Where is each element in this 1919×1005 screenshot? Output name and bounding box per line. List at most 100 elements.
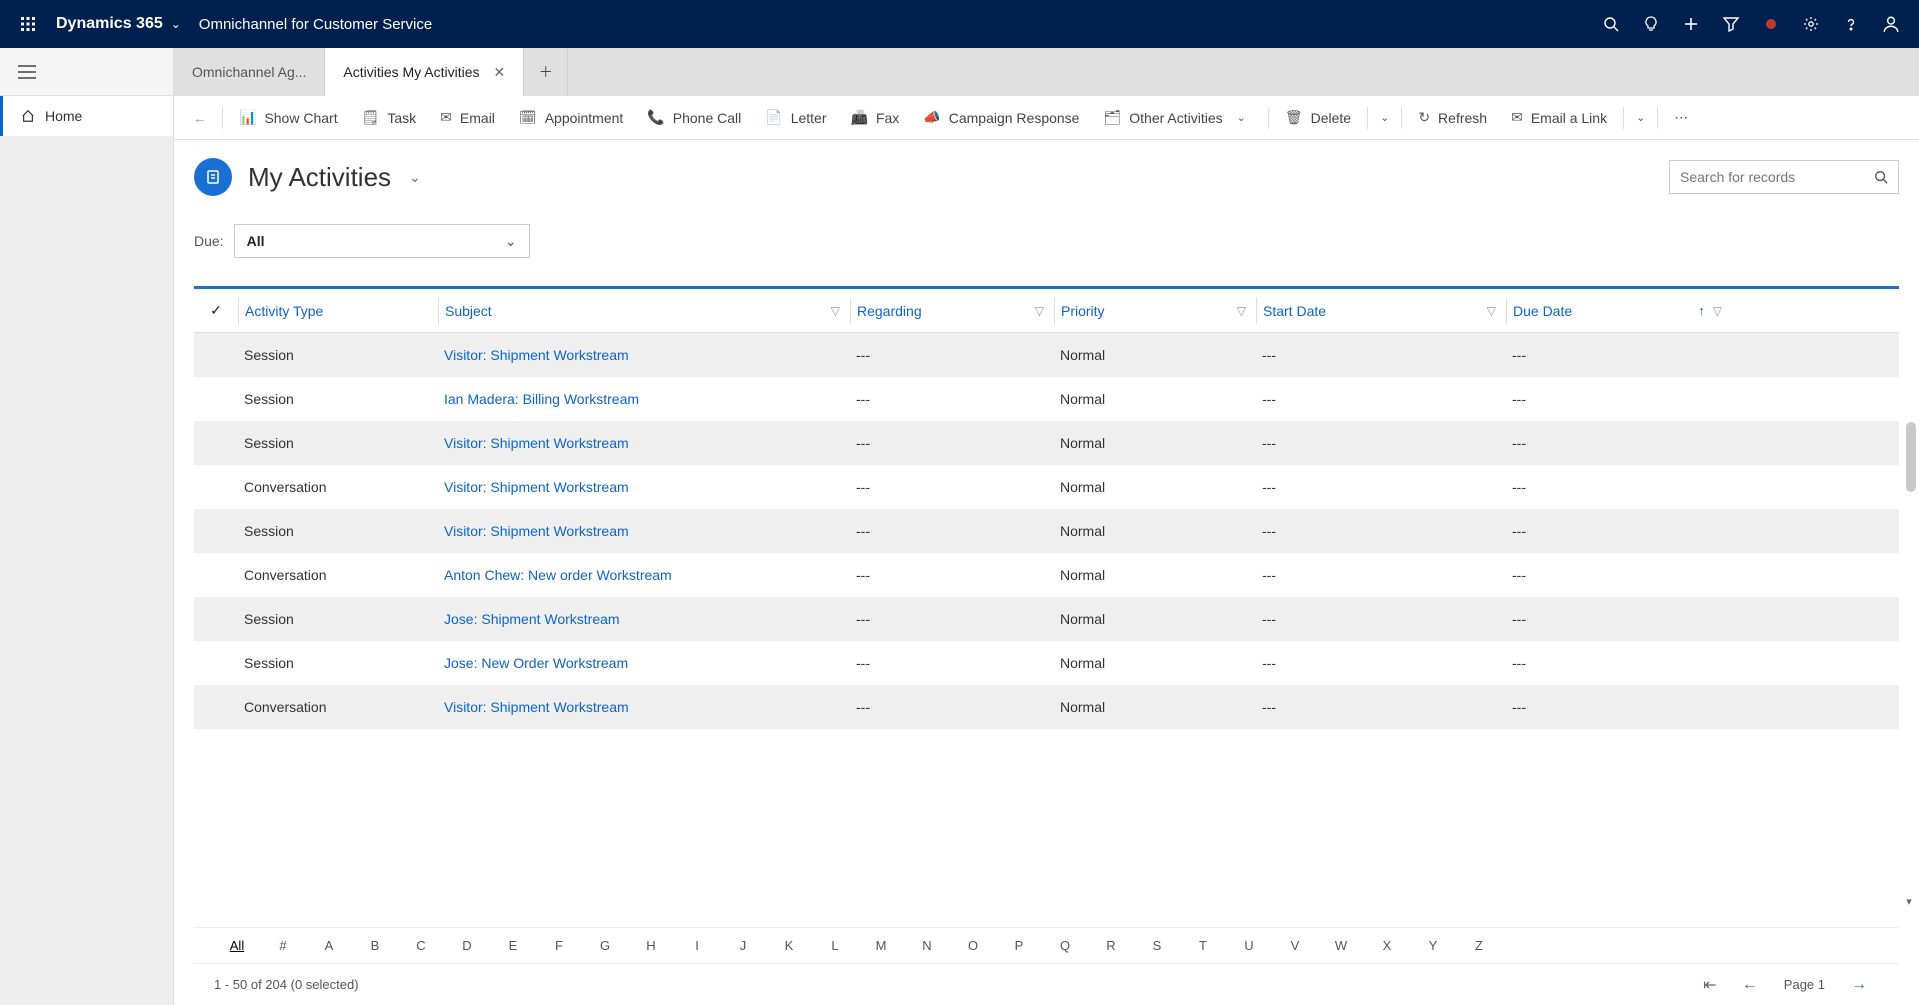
cell-subject-link[interactable]: Visitor: Shipment Workstream [438, 523, 850, 539]
email-link-split-chevron[interactable]: ⌄ [1630, 111, 1651, 124]
alpha-filter-t[interactable]: T [1180, 938, 1226, 953]
table-row[interactable]: SessionJose: New Order Workstream---Norm… [194, 641, 1899, 685]
back-button[interactable]: ← [184, 102, 216, 134]
delete-split-chevron[interactable]: ⌄ [1374, 111, 1395, 124]
cell-subject-link[interactable]: Ian Madera: Billing Workstream [438, 391, 850, 407]
due-dropdown[interactable]: All ⌄ [234, 224, 530, 258]
column-priority[interactable]: Priority▽ [1054, 298, 1256, 324]
alpha-filter-j[interactable]: J [720, 938, 766, 953]
cell-subject-link[interactable]: Jose: Shipment Workstream [438, 611, 850, 627]
cell-subject-link[interactable]: Jose: New Order Workstream [438, 655, 850, 671]
table-row[interactable]: SessionJose: Shipment Workstream---Norma… [194, 597, 1899, 641]
campaign-response-button[interactable]: 📣Campaign Response [913, 96, 1089, 140]
table-row[interactable]: ConversationAnton Chew: New order Workst… [194, 553, 1899, 597]
column-activity-type[interactable]: Activity Type [238, 298, 438, 324]
column-subject[interactable]: Subject▽ [438, 298, 850, 324]
table-row[interactable]: ConversationVisitor: Shipment Workstream… [194, 465, 1899, 509]
filter-icon[interactable]: ▽ [831, 304, 840, 318]
alpha-filter-g[interactable]: G [582, 938, 628, 953]
gear-icon[interactable] [1791, 0, 1831, 48]
chevron-down-icon[interactable]: ⌄ [171, 17, 181, 31]
alpha-filter-l[interactable]: L [812, 938, 858, 953]
refresh-button[interactable]: ↻Refresh [1408, 96, 1497, 140]
alpha-filter-all[interactable]: All [214, 938, 260, 953]
tab-add[interactable]: ＋ [524, 48, 568, 96]
vertical-scrollbar[interactable] [1906, 422, 1916, 492]
alpha-filter-n[interactable]: N [904, 938, 950, 953]
letter-button[interactable]: 📄Letter [755, 96, 836, 140]
alpha-filter-d[interactable]: D [444, 938, 490, 953]
sidebar-item-home[interactable]: Home [0, 96, 173, 136]
table-row[interactable]: SessionVisitor: Shipment Workstream---No… [194, 509, 1899, 553]
search-records[interactable] [1669, 160, 1899, 194]
app-launcher-icon[interactable] [8, 16, 48, 32]
close-icon[interactable]: ✕ [494, 64, 506, 81]
table-row[interactable]: SessionIan Madera: Billing Workstream---… [194, 377, 1899, 421]
appointment-button[interactable]: 🗓Appointment [509, 96, 633, 140]
alpha-filter-s[interactable]: S [1134, 938, 1180, 953]
cell-subject-link[interactable]: Visitor: Shipment Workstream [438, 699, 850, 715]
column-due-date[interactable]: Due Date↑▽ [1506, 298, 1732, 324]
brand-name[interactable]: Dynamics 365 [56, 15, 163, 33]
plus-icon[interactable] [1671, 0, 1711, 48]
alpha-filter-w[interactable]: W [1318, 938, 1364, 953]
filter-icon[interactable]: ▽ [1713, 304, 1722, 318]
alpha-filter-x[interactable]: X [1364, 938, 1410, 953]
search-input[interactable] [1680, 169, 1874, 185]
task-button[interactable]: 🗒Task [352, 96, 427, 140]
column-regarding[interactable]: Regarding▽ [850, 298, 1054, 324]
presence-indicator[interactable] [1751, 0, 1791, 48]
tab-omnichannel-agent[interactable]: Omnichannel Ag... [174, 48, 325, 96]
hamburger-icon[interactable] [0, 48, 173, 96]
help-icon[interactable] [1831, 0, 1871, 48]
alpha-filter-f[interactable]: F [536, 938, 582, 953]
cell-subject-link[interactable]: Visitor: Shipment Workstream [438, 435, 850, 451]
filter-icon[interactable]: ▽ [1035, 304, 1044, 318]
alpha-filter-m[interactable]: M [858, 938, 904, 953]
user-icon[interactable] [1871, 0, 1911, 48]
filter-icon[interactable]: ▽ [1237, 304, 1246, 318]
sort-asc-icon[interactable]: ↑ [1698, 303, 1705, 318]
scroll-down-icon[interactable]: ▾ [1902, 893, 1916, 909]
alpha-filter-h[interactable]: H [628, 938, 674, 953]
alpha-filter-c[interactable]: C [398, 938, 444, 953]
cell-subject-link[interactable]: Anton Chew: New order Workstream [438, 567, 850, 583]
alpha-filter-k[interactable]: K [766, 938, 812, 953]
column-start-date[interactable]: Start Date▽ [1256, 298, 1506, 324]
first-page-button[interactable]: ⇤ [1690, 975, 1730, 995]
alpha-filter-p[interactable]: P [996, 938, 1042, 953]
select-all-checkbox[interactable]: ✓ [194, 302, 238, 319]
alpha-filter-v[interactable]: V [1272, 938, 1318, 953]
alpha-filter-b[interactable]: B [352, 938, 398, 953]
alpha-filter-#[interactable]: # [260, 938, 306, 953]
email-link-button[interactable]: ✉Email a Link [1501, 96, 1617, 140]
other-activities-button[interactable]: 🗂Other Activities⌄ [1093, 96, 1261, 140]
prev-page-button[interactable]: ← [1730, 976, 1770, 994]
filter-icon[interactable] [1711, 0, 1751, 48]
next-page-button[interactable]: → [1839, 976, 1879, 994]
alpha-filter-i[interactable]: I [674, 938, 720, 953]
filter-icon[interactable]: ▽ [1487, 304, 1496, 318]
lightbulb-icon[interactable] [1631, 0, 1671, 48]
tab-activities[interactable]: Activities My Activities ✕ [325, 48, 524, 96]
delete-button[interactable]: 🗑Delete [1275, 96, 1361, 140]
view-selector-chevron[interactable]: ⌄ [409, 169, 421, 186]
table-row[interactable]: SessionVisitor: Shipment Workstream---No… [194, 333, 1899, 377]
alpha-filter-u[interactable]: U [1226, 938, 1272, 953]
table-row[interactable]: ConversationVisitor: Shipment Workstream… [194, 685, 1899, 729]
alpha-filter-q[interactable]: Q [1042, 938, 1088, 953]
alpha-filter-y[interactable]: Y [1410, 938, 1456, 953]
phone-call-button[interactable]: 📞Phone Call [637, 96, 751, 140]
search-icon[interactable] [1591, 0, 1631, 48]
table-row[interactable]: SessionVisitor: Shipment Workstream---No… [194, 421, 1899, 465]
overflow-menu[interactable]: ⋯ [1664, 96, 1698, 140]
alpha-filter-r[interactable]: R [1088, 938, 1134, 953]
fax-button[interactable]: 📠Fax [841, 96, 910, 140]
alpha-filter-z[interactable]: Z [1456, 938, 1502, 953]
search-icon[interactable] [1874, 170, 1888, 184]
show-chart-button[interactable]: 📊Show Chart [229, 96, 348, 140]
alpha-filter-o[interactable]: O [950, 938, 996, 953]
alpha-filter-e[interactable]: E [490, 938, 536, 953]
alpha-filter-a[interactable]: A [306, 938, 352, 953]
email-button[interactable]: ✉Email [430, 96, 505, 140]
